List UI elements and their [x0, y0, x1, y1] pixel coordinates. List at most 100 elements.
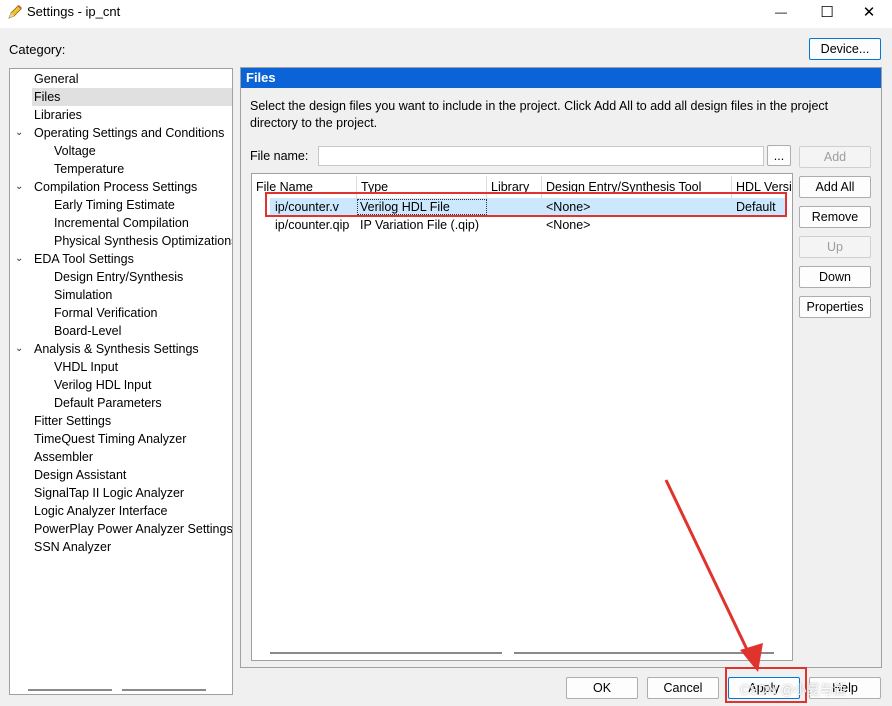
table-scrollbar-right[interactable] — [514, 652, 774, 654]
expander-icon[interactable]: ⌄ — [15, 178, 27, 196]
maximize-button[interactable]: ☐ — [804, 0, 850, 24]
tree-item[interactable]: Formal Verification — [10, 304, 232, 322]
tree-item[interactable]: SSN Analyzer — [10, 538, 232, 556]
tree-item[interactable]: Design Assistant — [10, 466, 232, 484]
expander-icon[interactable] — [15, 376, 27, 394]
panel-title: Files — [241, 68, 881, 88]
expander-icon[interactable] — [15, 502, 27, 520]
tree-item[interactable]: Libraries — [10, 106, 232, 124]
tree-scrollbar-left[interactable] — [28, 689, 112, 691]
watermark: CSDN @小夏与酒 — [740, 682, 846, 697]
table-cell-tool: <None> — [546, 218, 591, 232]
panel-description: Select the design files you want to incl… — [250, 99, 829, 130]
tree-item-label: Temperature — [54, 162, 125, 176]
expander-icon[interactable]: ⌄ — [15, 340, 27, 358]
tree-item-label: General — [34, 72, 79, 86]
tree-item[interactable]: ⌄ Compilation Process Settings — [10, 178, 232, 196]
browse-button[interactable]: ... — [767, 145, 791, 166]
expander-icon[interactable] — [15, 358, 27, 376]
table-cell-type: IP Variation File (.qip) — [360, 218, 480, 232]
table-cell-file: ip/counter.qip — [275, 218, 350, 232]
files-table[interactable]: File Name Type Library Design Entry/Synthes… — [251, 173, 793, 661]
tree-item-label: Board-Level — [54, 324, 122, 338]
tree-item[interactable]: Temperature — [10, 160, 232, 178]
expander-icon[interactable] — [15, 196, 27, 214]
remove-button[interactable]: Remove — [799, 206, 871, 228]
properties-button[interactable]: Properties — [799, 296, 871, 318]
file-name-input[interactable] — [318, 146, 764, 166]
expander-icon[interactable] — [15, 322, 27, 340]
add-button[interactable]: Add — [799, 146, 871, 168]
tree-item[interactable]: Physical Synthesis Optimizations — [10, 232, 232, 250]
table-row[interactable]: ip/counter.qip IP Variation File (.qip) <N… — [270, 216, 786, 234]
tree-item-label: SSN Analyzer — [34, 540, 112, 554]
file-name-label: File name: — [250, 149, 309, 163]
expander-icon[interactable] — [15, 304, 27, 322]
tree-item[interactable]: ⌄ Operating Settings and Conditions — [10, 124, 232, 142]
tree-item-label: Operating Settings and Conditions — [34, 126, 225, 140]
tree-item-label: TimeQuest Timing Analyzer — [34, 432, 187, 446]
expander-icon[interactable] — [15, 286, 27, 304]
tree-item[interactable]: Files — [32, 88, 232, 106]
tree-item-label: Simulation — [54, 288, 113, 302]
tree-item-label: Assembler — [34, 450, 94, 464]
table-scrollbar-left[interactable] — [270, 652, 502, 654]
expander-icon[interactable] — [15, 394, 27, 412]
tree-item[interactable]: Board-Level — [10, 322, 232, 340]
expander-icon[interactable] — [15, 448, 27, 466]
tree-item[interactable]: Assembler — [10, 448, 232, 466]
tree-item[interactable]: Incremental Compilation — [10, 214, 232, 232]
cancel-button[interactable]: Cancel — [647, 677, 719, 699]
tree-item-label: Logic Analyzer Interface — [34, 504, 168, 518]
expander-icon[interactable] — [15, 484, 27, 502]
expander-icon[interactable] — [15, 538, 27, 556]
expander-icon[interactable] — [15, 142, 27, 160]
expander-icon[interactable]: ⌄ — [15, 124, 27, 142]
tree-item[interactable]: PowerPlay Power Analyzer Settings — [10, 520, 232, 538]
minimize-button[interactable]: — — [758, 0, 804, 24]
expander-icon[interactable] — [15, 88, 27, 106]
tree-item-label: Voltage — [54, 144, 96, 158]
tree-item[interactable]: VHDL Input — [10, 358, 232, 376]
tree-item[interactable]: Voltage — [10, 142, 232, 160]
tree-item[interactable]: Early Timing Estimate — [10, 196, 232, 214]
expander-icon[interactable] — [15, 106, 27, 124]
tree-item[interactable]: Simulation — [10, 286, 232, 304]
expander-icon[interactable] — [15, 268, 27, 286]
tree-item-label: VHDL Input — [54, 360, 119, 374]
tree-scrollbar-right[interactable] — [122, 689, 206, 691]
expander-icon[interactable] — [15, 70, 27, 88]
expander-icon[interactable] — [15, 412, 27, 430]
tree-item[interactable]: SignalTap II Logic Analyzer — [10, 484, 232, 502]
add-all-button[interactable]: Add All — [799, 176, 871, 198]
expander-icon[interactable] — [15, 466, 27, 484]
tree-item[interactable]: TimeQuest Timing Analyzer — [10, 430, 232, 448]
up-button[interactable]: Up — [799, 236, 871, 258]
tree-item-label: Physical Synthesis Optimizations — [54, 234, 233, 248]
expander-icon[interactable] — [15, 232, 27, 250]
tree-item[interactable]: General — [10, 70, 232, 88]
expander-icon[interactable]: ⌄ — [15, 250, 27, 268]
tree-item[interactable]: Default Parameters — [10, 394, 232, 412]
tree-item-label: Compilation Process Settings — [34, 180, 198, 194]
device-button[interactable]: Device... — [809, 38, 881, 60]
tree-item[interactable]: ⌄ EDA Tool Settings — [10, 250, 232, 268]
tree-item[interactable]: Design Entry/Synthesis — [10, 268, 232, 286]
expander-icon[interactable] — [15, 214, 27, 232]
tree-item-label: Libraries — [34, 108, 82, 122]
tree-item[interactable]: Verilog HDL Input — [10, 376, 232, 394]
highlight-selected-row — [265, 192, 787, 217]
category-label: Category: — [9, 42, 66, 57]
ok-button[interactable]: OK — [566, 677, 638, 699]
category-tree[interactable]: General Files Libraries ⌄ Operating Settings… — [9, 68, 233, 695]
tree-item-label: PowerPlay Power Analyzer Settings — [34, 522, 233, 536]
expander-icon[interactable] — [15, 160, 27, 178]
tree-item[interactable]: Fitter Settings — [10, 412, 232, 430]
down-button[interactable]: Down — [799, 266, 871, 288]
tree-item-label: Default Parameters — [54, 396, 162, 410]
tree-item[interactable]: ⌄ Analysis & Synthesis Settings — [10, 340, 232, 358]
tree-item[interactable]: Logic Analyzer Interface — [10, 502, 232, 520]
expander-icon[interactable] — [15, 520, 27, 538]
close-button[interactable]: ✕ — [846, 0, 892, 24]
expander-icon[interactable] — [15, 430, 27, 448]
